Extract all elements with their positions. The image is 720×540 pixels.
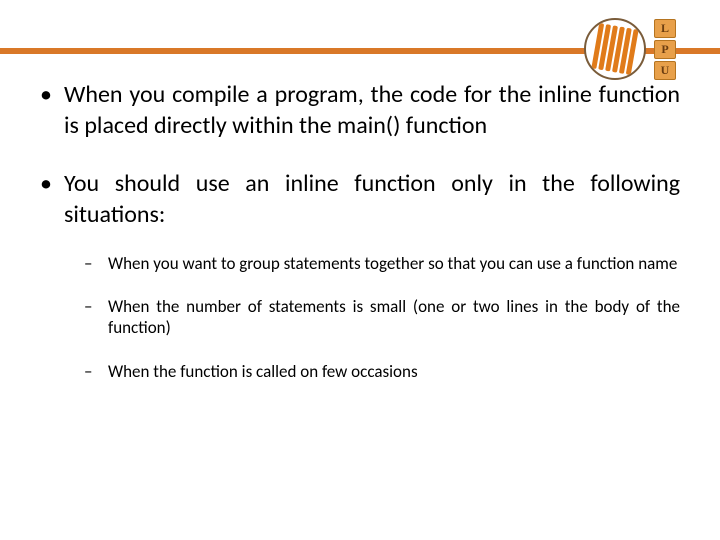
badge-u: U — [654, 61, 676, 80]
badge-p: P — [654, 40, 676, 59]
bullet-text: You should use an inline function only i… — [64, 169, 680, 229]
sub-bullet-item: When you want to group statements togeth… — [84, 253, 680, 274]
sub-bullet-text: When the function is called on few occas… — [108, 361, 418, 382]
badge-l: L — [654, 19, 676, 38]
bullet-item: When you compile a program, the code for… — [40, 80, 680, 141]
sub-bullet-item: When the function is called on few occas… — [84, 361, 680, 382]
sub-bullet-text: When the number of statements is small (… — [108, 296, 680, 338]
bullet-text: When you compile a program, the code for… — [64, 80, 680, 140]
sub-bullet-text: When you want to group statements togeth… — [108, 253, 677, 274]
lpu-logo-icon — [584, 18, 646, 80]
sub-bullet-item: When the number of statements is small (… — [84, 296, 680, 339]
lpu-badge-stack: L P U — [654, 19, 676, 80]
bullet-item: You should use an inline function only i… — [40, 169, 680, 381]
slide-content: When you compile a program, the code for… — [40, 80, 680, 410]
